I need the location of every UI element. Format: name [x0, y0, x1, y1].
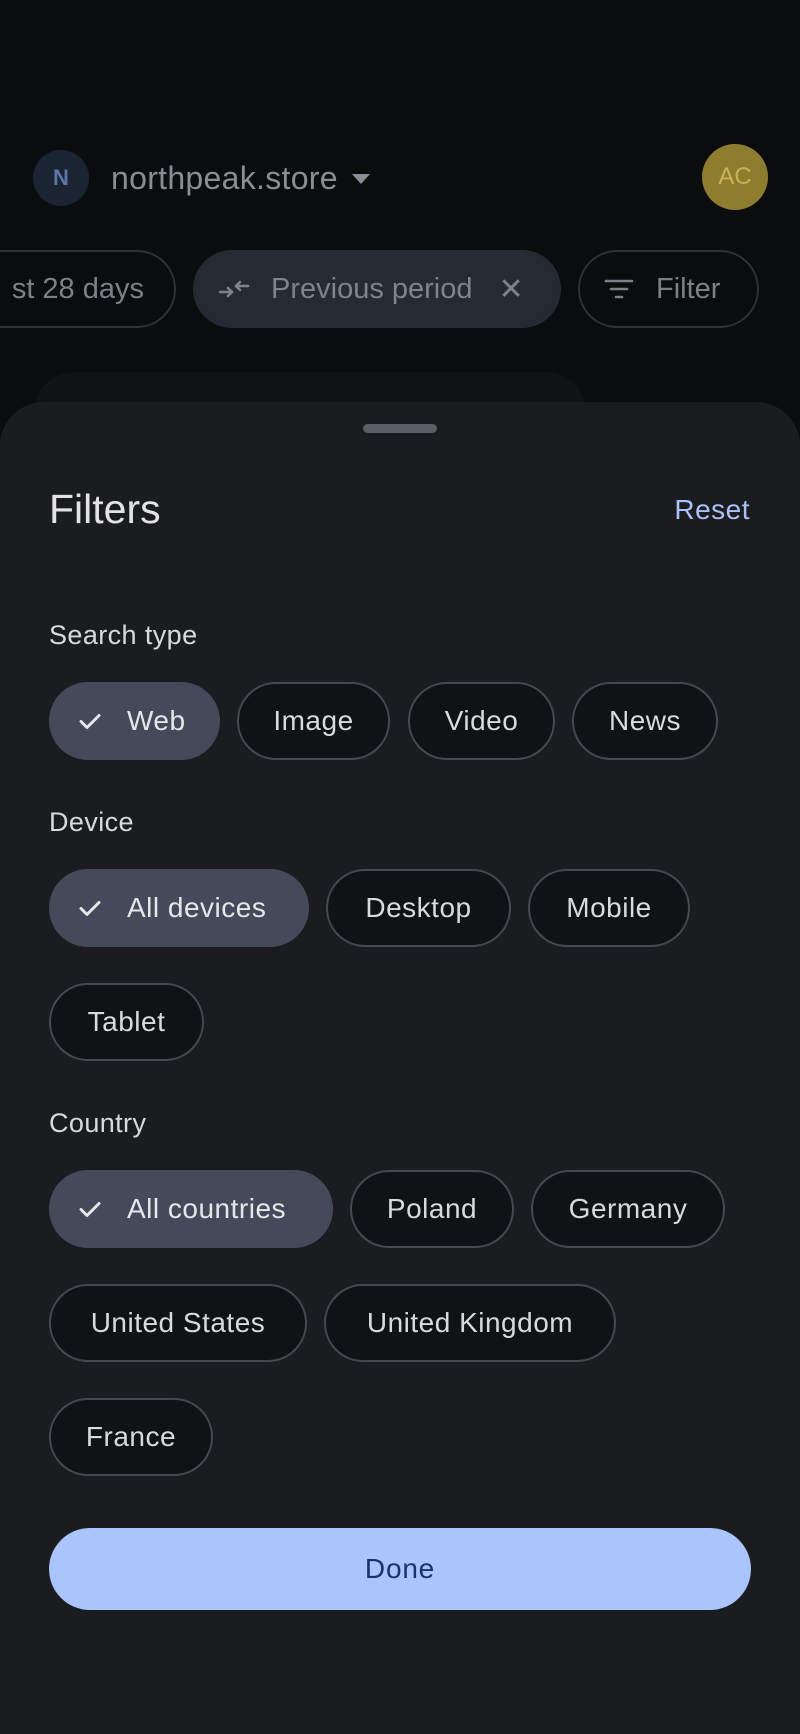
check-icon: [75, 1194, 105, 1224]
filter-list-icon: [602, 272, 636, 306]
site-avatar: N: [33, 150, 89, 206]
date-range-label: st 28 days: [11, 272, 144, 305]
filters-bottom-sheet: Filters Reset Search type Web Image Vide…: [0, 402, 800, 1734]
chip-label: Germany: [568, 1193, 688, 1224]
country-label: Country: [49, 1108, 147, 1138]
chip-device-desktop[interactable]: Desktop: [326, 869, 511, 947]
chip-label: Image: [273, 705, 354, 736]
site-name: northpeak.store: [111, 159, 338, 196]
account-avatar[interactable]: AC: [702, 144, 768, 210]
chip-label: Video: [444, 705, 519, 736]
property-selector[interactable]: N northpeak.store: [33, 150, 370, 206]
screen: N northpeak.store AC st 28 days Previous…: [0, 0, 800, 1734]
search-type-label: Search type: [49, 620, 198, 650]
chip-label: United States: [90, 1307, 266, 1338]
dropdown-caret-icon: [351, 174, 370, 184]
comparison-chip[interactable]: Previous period ✕: [193, 250, 561, 328]
chip-country-united-kingdom[interactable]: United Kingdom: [324, 1284, 616, 1362]
chip-device-all[interactable]: All devices: [49, 869, 309, 947]
chip-device-mobile[interactable]: Mobile: [528, 869, 690, 947]
sheet-title: Filters: [49, 486, 161, 532]
chip-label: All devices: [127, 892, 267, 923]
comparison-label: Previous period: [271, 272, 473, 305]
check-icon: [75, 893, 105, 923]
filter-chip[interactable]: Filter: [578, 250, 759, 328]
chip-label: News: [608, 705, 681, 736]
chip-label: Desktop: [365, 892, 472, 923]
chip-search-type-news[interactable]: News: [572, 682, 718, 760]
chip-device-tablet[interactable]: Tablet: [49, 983, 204, 1061]
chip-label: Mobile: [566, 892, 652, 923]
chip-country-united-states[interactable]: United States: [49, 1284, 307, 1362]
chip-country-france[interactable]: France: [49, 1398, 213, 1476]
date-range-chip[interactable]: st 28 days: [0, 250, 176, 328]
chip-search-type-web[interactable]: Web: [49, 682, 220, 760]
chip-country-germany[interactable]: Germany: [531, 1170, 725, 1248]
chip-search-type-image[interactable]: Image: [237, 682, 390, 760]
device-label: Device: [49, 807, 134, 837]
close-icon[interactable]: ✕: [499, 272, 524, 307]
chip-label: Web: [127, 705, 186, 736]
chip-label: All countries: [127, 1193, 287, 1224]
chip-search-type-video[interactable]: Video: [408, 682, 555, 760]
chip-label: Poland: [386, 1193, 478, 1224]
reset-button[interactable]: Reset: [674, 494, 750, 526]
chip-label: Tablet: [87, 1006, 166, 1037]
compare-arrows-icon: [217, 272, 251, 306]
done-label: Done: [364, 1553, 436, 1584]
chip-country-poland[interactable]: Poland: [350, 1170, 514, 1248]
check-icon: [75, 706, 105, 736]
chip-label: France: [85, 1421, 177, 1452]
done-button[interactable]: Done: [49, 1528, 751, 1610]
chip-label: United Kingdom: [366, 1307, 574, 1338]
chip-country-all[interactable]: All countries: [49, 1170, 333, 1248]
filter-label: Filter: [656, 272, 721, 305]
drag-handle[interactable]: [363, 424, 437, 433]
toolbar-chips: st 28 days Previous period ✕ Filter: [0, 250, 800, 328]
